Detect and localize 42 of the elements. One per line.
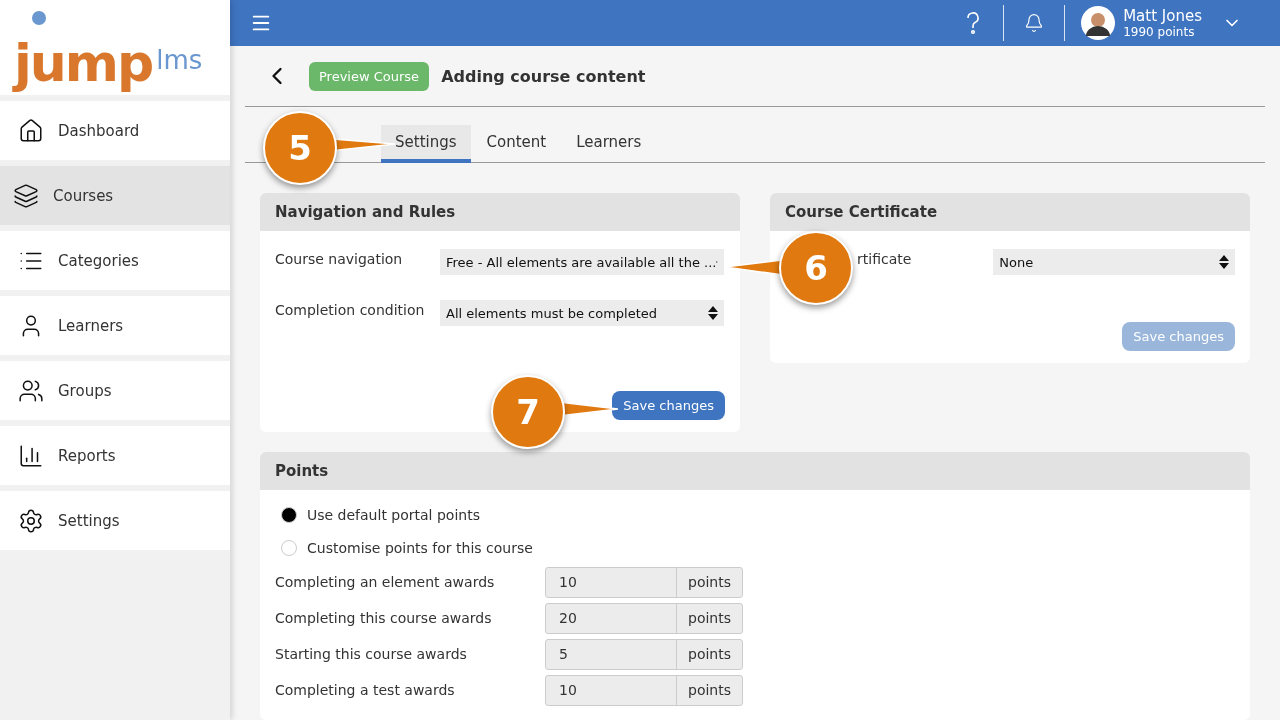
page-title: Adding course content [441,66,646,86]
user-points: 1990 points [1123,24,1196,40]
tab[interactable]: Content [472,125,561,163]
avatar [1081,6,1116,40]
radio-label: Customise points for this course [307,539,533,556]
sidebar-item[interactable]: Settings [0,491,230,550]
field-label: Completion condition [275,301,426,320]
bell-icon[interactable] [1024,13,1045,33]
save-changes-button[interactable]: Save changes [612,391,725,420]
settings-icon [18,507,44,534]
points-label: Completing this course awards [275,610,493,626]
select-field[interactable]: All elements must be completed [440,300,724,326]
home-icon [18,117,44,144]
radio-button[interactable] [281,539,297,556]
user-name: Matt Jones [1123,6,1202,25]
points-input[interactable]: 10 points [545,674,743,706]
help-icon[interactable] [965,11,982,35]
field-label: Course navigation [275,250,404,269]
sidebar-item[interactable]: Reports [0,426,230,485]
field-label: rtificate [857,250,913,269]
sidebar-item[interactable]: Dashboard [0,101,230,160]
points-input[interactable]: 10 points [545,566,743,598]
radio-label: Use default portal points [307,506,480,523]
select-field[interactable]: None [993,249,1235,275]
card-title: Points [260,452,1250,490]
points-input[interactable]: 20 points [545,602,743,634]
sidebar-item[interactable]: Learners [0,296,230,355]
card-title: Course Certificate [770,193,1250,231]
sidebar-item[interactable]: Courses [0,166,230,225]
card-title: Navigation and Rules [260,193,740,231]
books-icon [13,182,39,209]
tab[interactable]: Settings [381,125,471,163]
radio-button[interactable] [281,506,297,523]
points-input[interactable]: 5 points [545,638,743,670]
step-badge: 5 [263,111,337,185]
sidebar-item[interactable]: Categories [0,231,230,290]
sidebar-item[interactable]: Groups [0,361,230,420]
points-label: Starting this course awards [275,646,468,662]
points-label: Completing a test awards [275,682,456,698]
tab[interactable]: Learners [562,125,656,163]
select-field[interactable]: Free - All elements are available all the ... [440,249,724,275]
points-label: Completing an element awards [275,574,496,590]
